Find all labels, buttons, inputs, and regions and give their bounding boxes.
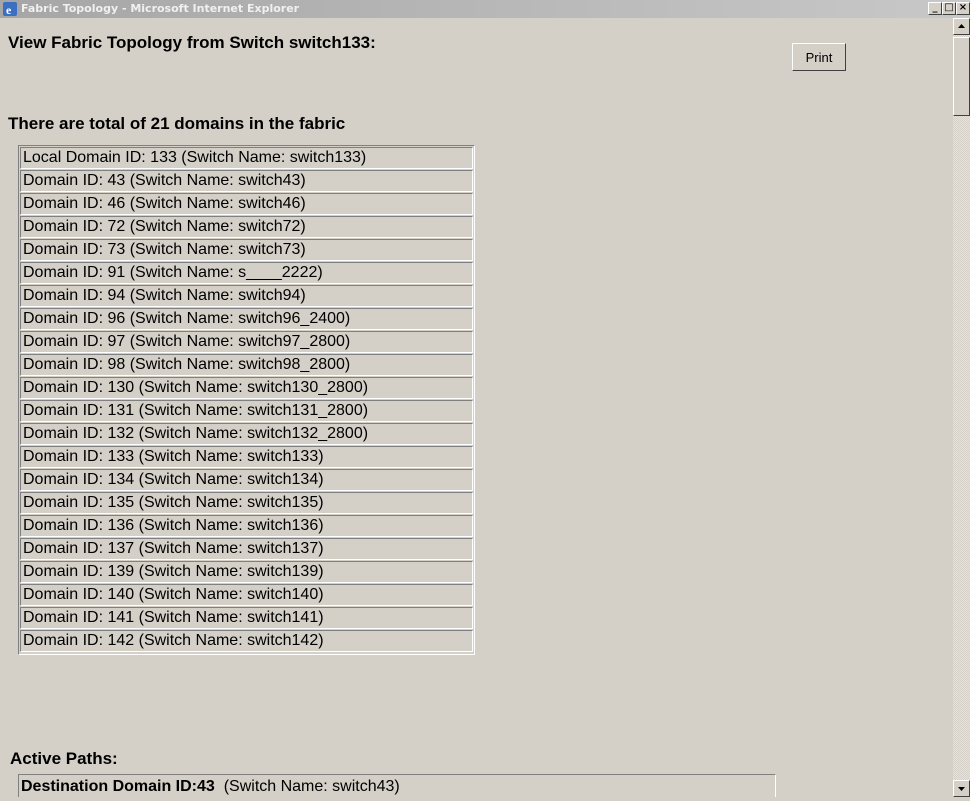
print-button[interactable]: Print [792, 43, 846, 71]
window-title: Fabric Topology - Microsoft Internet Exp… [21, 2, 300, 15]
arrow-up-icon [958, 24, 965, 28]
scroll-up-button[interactable] [953, 18, 970, 35]
domain-row: Domain ID: 136 (Switch Name: switch136) [20, 515, 473, 537]
domain-row: Domain ID: 43 (Switch Name: switch43) [20, 170, 473, 192]
domain-count-heading: There are total of 21 domains in the fab… [8, 114, 346, 133]
active-paths-heading: Active Paths: [10, 749, 118, 768]
page-title: View Fabric Topology from Switch switch1… [8, 33, 376, 52]
domain-table: Local Domain ID: 133 (Switch Name: switc… [18, 145, 475, 655]
domain-row: Domain ID: 133 (Switch Name: switch133) [20, 446, 473, 468]
destination-switch-name: (Switch Name: switch43) [214, 778, 400, 795]
domain-row: Domain ID: 141 (Switch Name: switch141) [20, 607, 473, 629]
maximize-button[interactable]: □ [942, 2, 956, 15]
domain-row: Domain ID: 132 (Switch Name: switch132_2… [20, 423, 473, 445]
domain-row: Domain ID: 142 (Switch Name: switch142) [20, 630, 473, 652]
domain-row: Domain ID: 135 (Switch Name: switch135) [20, 492, 473, 514]
domain-row: Domain ID: 96 (Switch Name: switch96_240… [20, 308, 473, 330]
domain-row: Domain ID: 91 (Switch Name: s____2222) [20, 262, 473, 284]
scroll-thumb[interactable] [953, 37, 970, 116]
window-titlebar: e Fabric Topology - Microsoft Internet E… [0, 0, 970, 18]
domain-row: Domain ID: 73 (Switch Name: switch73) [20, 239, 473, 261]
domain-row: Domain ID: 131 (Switch Name: switch131_2… [20, 400, 473, 422]
domain-row: Domain ID: 139 (Switch Name: switch139) [20, 561, 473, 583]
domain-row: Domain ID: 72 (Switch Name: switch72) [20, 216, 473, 238]
domain-row: Domain ID: 140 (Switch Name: switch140) [20, 584, 473, 606]
domain-row: Domain ID: 97 (Switch Name: switch97_280… [20, 331, 473, 353]
destination-row: Destination Domain ID:43 (Switch Name: s… [21, 778, 400, 796]
domain-row: Domain ID: 134 (Switch Name: switch134) [20, 469, 473, 491]
vertical-scrollbar[interactable] [953, 18, 970, 797]
svg-text:e: e [6, 3, 12, 17]
arrow-down-icon [958, 787, 965, 791]
page-content: View Fabric Topology from Switch switch1… [0, 18, 953, 797]
domain-row: Domain ID: 98 (Switch Name: switch98_280… [20, 354, 473, 376]
domain-row: Domain ID: 94 (Switch Name: switch94) [20, 285, 473, 307]
destination-domain-label: Destination Domain ID:43 [21, 778, 215, 795]
active-path-box: Destination Domain ID:43 (Switch Name: s… [18, 774, 776, 797]
domain-row: Domain ID: 137 (Switch Name: switch137) [20, 538, 473, 560]
scroll-down-button[interactable] [953, 780, 970, 797]
domain-row-local: Local Domain ID: 133 (Switch Name: switc… [20, 147, 473, 169]
domain-row: Domain ID: 46 (Switch Name: switch46) [20, 193, 473, 215]
domain-row: Domain ID: 130 (Switch Name: switch130_2… [20, 377, 473, 399]
ie-icon: e [3, 2, 17, 17]
minimize-button[interactable]: _ [928, 2, 942, 15]
close-button[interactable]: × [956, 2, 970, 15]
